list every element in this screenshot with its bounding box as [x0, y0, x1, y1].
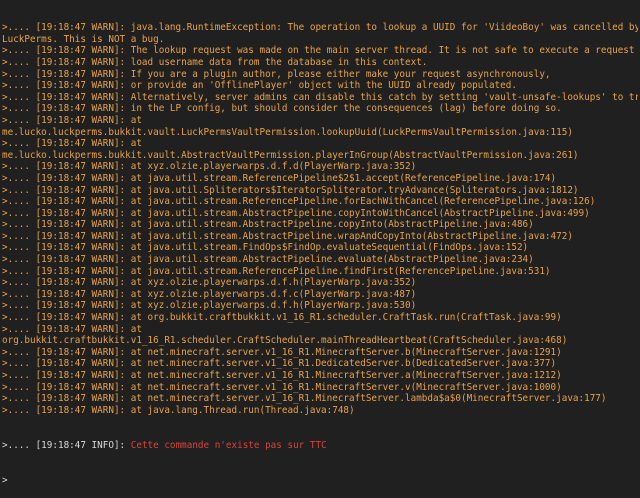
console-log-line: >.... [19:18:47 WARN]: at java.util.stre… [2, 219, 534, 231]
console-log-line: >.... [19:18:47 WARN]: load username dat… [2, 56, 428, 68]
console-log-line: >.... [19:18:47 WARN]: at java.util.Spli… [2, 184, 579, 196]
console-info-line: >.... [19:18:47 INFO]: Cette commande n'… [2, 440, 638, 452]
console-log-line: >.... [19:18:47 WARN]: at java.util.stre… [2, 172, 557, 184]
console-log-line: >.... [19:18:47 WARN]: at java.util.stre… [2, 254, 534, 266]
console-output[interactable]: >.... [19:18:47 WARN]: java.lang.Runtime… [2, 0, 638, 498]
console-log-line: >.... [19:18:47 WARN]: at net.minecraft.… [2, 393, 607, 405]
console-log-line: >.... [19:18:47 WARN]: at [2, 138, 142, 150]
console-log-line: >.... [19:18:47 WARN]: at java.util.stre… [2, 242, 529, 254]
console-input-prompt[interactable]: > [2, 474, 638, 486]
console-log-line: >.... [19:18:47 WARN]: at net.minecraft.… [2, 346, 562, 358]
cursor [8, 474, 14, 483]
console-log-line: >.... [19:18:47 WARN]: Alternatively, se… [2, 91, 638, 103]
console-log-line: >.... [19:18:47 WARN]: The lookup reques… [2, 45, 638, 57]
console-log-line: me.lucko.luckperms.bukkit.vault.LuckPerm… [2, 126, 573, 138]
console-log-line: org.bukkit.craftbukkit.v1_16_R1.schedule… [2, 335, 568, 347]
info-prefix: >.... [19:18:47 INFO]: [2, 439, 131, 451]
console-log-line: >.... [19:18:47 WARN]: If you are a plug… [2, 68, 551, 80]
info-message: Cette commande n'existe pas sur TTC [130, 439, 327, 451]
console-log-lines: >.... [19:18:47 WARN]: java.lang.Runtime… [2, 22, 638, 416]
console-log-line: >.... [19:18:47 WARN]: at net.minecraft.… [2, 381, 562, 393]
console-log-line: >.... [19:18:47 WARN]: at net.minecraft.… [2, 358, 557, 370]
console-log-line: >.... [19:18:47 WARN]: at java.util.stre… [2, 196, 596, 208]
console-log-line: >.... [19:18:47 WARN]: java.lang.Runtime… [2, 22, 638, 34]
console-log-line: me.lucko.luckperms.bukkit.vault.Abstract… [2, 149, 579, 161]
console-log-line: >.... [19:18:47 WARN]: at xyz.olzie.play… [2, 161, 417, 173]
console-log-line: >.... [19:18:47 WARN]: at xyz.olzie.play… [2, 300, 417, 312]
console-log-line: LuckPerms. This is NOT a bug. [2, 33, 165, 45]
console-log-line: >.... [19:18:47 WARN]: at net.minecraft.… [2, 370, 562, 381]
console-log-line: >.... [19:18:47 WARN]: at java.util.stre… [2, 265, 551, 277]
console-log-line: >.... [19:18:47 WARN]: at xyz.olzie.play… [2, 288, 417, 300]
console-log-line: >.... [19:18:47 WARN]: at java.util.stre… [2, 207, 590, 219]
console-log-line: >.... [19:18:47 WARN]: at java.util.stre… [2, 230, 573, 242]
console-log-line: >.... [19:18:47 WARN]: at [2, 323, 142, 335]
console-log-line: >.... [19:18:47 WARN]: in the LP config,… [2, 103, 562, 115]
console-log-line: >.... [19:18:47 WARN]: or provide an 'Of… [2, 80, 517, 92]
console-log-line: >.... [19:18:47 WARN]: at [2, 114, 142, 126]
console-log-line: >.... [19:18:47 WARN]: at xyz.olzie.play… [2, 277, 417, 289]
console-log-line: >.... [19:18:47 WARN]: at org.bukkit.cra… [2, 312, 562, 324]
